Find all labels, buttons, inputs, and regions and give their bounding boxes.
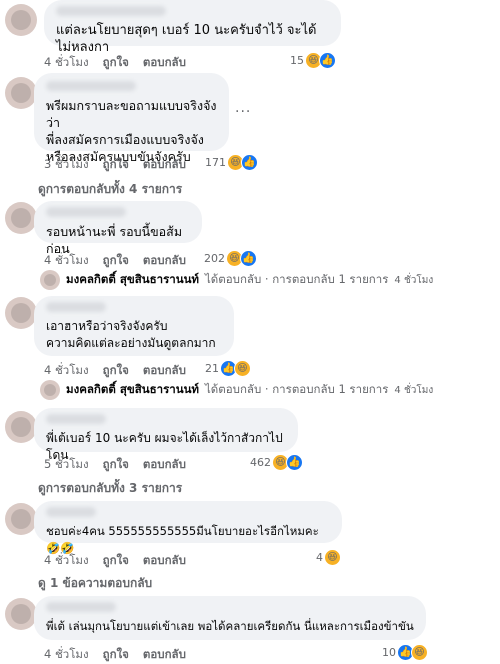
comment-time[interactable]: 5 ชั่วโมง bbox=[44, 456, 89, 474]
like-button[interactable]: ถูกใจ bbox=[103, 362, 129, 380]
reply-button[interactable]: ตอบกลับ bbox=[143, 156, 186, 174]
reaction-summary[interactable]: 4 😆 bbox=[316, 550, 340, 565]
comment-actions: 4 ชั่วโมง ถูกใจ ตอบกลับ bbox=[44, 362, 186, 380]
reaction-summary[interactable]: 202 😆 👍 bbox=[204, 250, 257, 267]
like-button[interactable]: ถูกใจ bbox=[103, 54, 129, 72]
comment-actions: 4 ชั่วโมง ถูกใจ ตอบกลับ bbox=[44, 252, 186, 270]
commenter-name[interactable] bbox=[56, 6, 166, 16]
reply-button[interactable]: ตอบกลับ bbox=[143, 362, 186, 380]
comment-actions: 4 ชั่วโมง ถูกใจ ตอบกลับ bbox=[44, 54, 186, 72]
reaction-summary[interactable]: 462 😆 👍 bbox=[250, 454, 303, 471]
comment-actions: 4 ชั่วโมง ถูกใจ ตอบกลับ bbox=[44, 552, 186, 570]
reaction-summary[interactable]: 15 😆 👍 bbox=[290, 52, 336, 69]
commenter-name[interactable] bbox=[46, 302, 106, 312]
reaction-summary[interactable]: 171 😆 👍 bbox=[205, 154, 258, 171]
reply-button[interactable]: ตอบกลับ bbox=[143, 252, 186, 270]
like-reaction-icon: 👍 bbox=[319, 52, 336, 69]
replier-avatar[interactable] bbox=[40, 270, 60, 290]
reaction-summary[interactable]: 21 👍 😆 bbox=[205, 360, 251, 377]
comment-time[interactable]: 4 ชั่วโมง bbox=[44, 362, 89, 380]
reply-button[interactable]: ตอบกลับ bbox=[143, 552, 186, 570]
comment-text: เอาฮาหรือว่าจริงจังครับ ความคิดแต่ละอย่า… bbox=[46, 319, 216, 350]
reply-notice-time: 4 ชั่วโมง bbox=[394, 274, 434, 286]
commenter-avatar[interactable] bbox=[5, 411, 37, 443]
commenter-name[interactable] bbox=[46, 602, 116, 612]
haha-reaction-icon: 😆 bbox=[234, 360, 251, 377]
replier-avatar[interactable] bbox=[40, 380, 60, 400]
comment-bubble: แต่ละนโยบายสุดๆ เบอร์ 10 นะครับจำไว้ จะไ… bbox=[44, 0, 341, 55]
more-horizontal-icon[interactable]: ··· bbox=[235, 104, 251, 120]
commenter-name[interactable] bbox=[46, 414, 106, 424]
comment-time[interactable]: 3 ชั่วโมง bbox=[44, 156, 89, 174]
like-button[interactable]: ถูกใจ bbox=[103, 646, 129, 664]
reply-button[interactable]: ตอบกลับ bbox=[143, 456, 186, 474]
commenter-name[interactable] bbox=[46, 81, 136, 91]
comment-time[interactable]: 4 ชั่วโมง bbox=[44, 252, 89, 270]
commenter-avatar[interactable] bbox=[5, 77, 37, 109]
view-replies-link[interactable]: ดู 1 ข้อความตอบกลับ bbox=[38, 574, 152, 593]
like-button[interactable]: ถูกใจ bbox=[103, 456, 129, 474]
commenter-name[interactable] bbox=[46, 207, 126, 217]
comment-actions: 3 ชั่วโมง ถูกใจ ตอบกลับ bbox=[44, 156, 186, 174]
replier-name[interactable]: มงคลกิตติ์ สุขสินธารานนท์ bbox=[66, 381, 199, 399]
reaction-count: 4 bbox=[316, 551, 323, 564]
commenter-avatar[interactable] bbox=[5, 503, 37, 535]
reply-button[interactable]: ตอบกลับ bbox=[143, 646, 186, 664]
comment-time[interactable]: 4 ชั่วโมง bbox=[44, 552, 89, 570]
reaction-count: 462 bbox=[250, 456, 271, 469]
comment-bubble: ชอบค่ะ4คน 555555555555มีนโยบายอะไรอีกไหม… bbox=[34, 501, 342, 555]
reply-notice-text: ได้ตอบกลับ · การตอบกลับ 1 รายการ bbox=[205, 382, 389, 396]
comment-text: พรีผมกราบละขอถามแบบจริงจังว่า พี่ลงสมัคร… bbox=[46, 98, 217, 164]
comment-text: แต่ละนโยบายสุดๆ เบอร์ 10 นะครับจำไว้ จะไ… bbox=[56, 23, 317, 55]
haha-reaction-icon: 😆 bbox=[411, 644, 428, 661]
comment-actions: 4 ชั่วโมง ถูกใจ ตอบกลับ bbox=[44, 646, 186, 664]
commenter-avatar[interactable] bbox=[5, 4, 37, 36]
reaction-count: 171 bbox=[205, 156, 226, 169]
like-reaction-icon: 👍 bbox=[240, 250, 257, 267]
like-button[interactable]: ถูกใจ bbox=[103, 156, 129, 174]
view-replies-link[interactable]: ดูการตอบกลับทั้ง 3 รายการ bbox=[38, 479, 182, 498]
reply-notice[interactable]: มงคลกิตติ์ สุขสินธารานนท์ ได้ตอบกลับ · ก… bbox=[40, 380, 433, 400]
reply-notice-time: 4 ชั่วโมง bbox=[394, 384, 434, 396]
like-button[interactable]: ถูกใจ bbox=[103, 252, 129, 270]
reaction-summary[interactable]: 10 👍 😆 bbox=[382, 644, 428, 661]
commenter-name[interactable] bbox=[46, 507, 96, 517]
replier-name[interactable]: มงคลกิตติ์ สุขสินธารานนท์ bbox=[66, 271, 199, 289]
commenter-avatar[interactable] bbox=[5, 202, 37, 234]
reaction-count: 202 bbox=[204, 252, 225, 265]
comment-bubble: พรีผมกราบละขอถามแบบจริงจังว่า พี่ลงสมัคร… bbox=[34, 73, 229, 164]
reaction-count: 15 bbox=[290, 54, 304, 67]
like-reaction-icon: 👍 bbox=[241, 154, 258, 171]
commenter-avatar[interactable] bbox=[5, 598, 37, 630]
commenter-avatar[interactable] bbox=[5, 297, 37, 329]
reaction-count: 10 bbox=[382, 646, 396, 659]
comment-bubble: พี่เต้ เล่นมุกนโยบายแต่เข้าเลย พอได้คลาย… bbox=[34, 596, 426, 640]
comment-time[interactable]: 4 ชั่วโมง bbox=[44, 54, 89, 72]
view-replies-link[interactable]: ดูการตอบกลับทั้ง 4 รายการ bbox=[38, 180, 182, 199]
comment-bubble: พี่เต้เบอร์ 10 นะครับ ผมจะได้เล็งไว้กาสั… bbox=[34, 408, 298, 462]
comment-bubble: เอาฮาหรือว่าจริงจังครับ ความคิดแต่ละอย่า… bbox=[34, 296, 234, 356]
comment-text: พี่เต้ เล่นมุกนโยบายแต่เข้าเลย พอได้คลาย… bbox=[46, 619, 414, 633]
comment-time[interactable]: 4 ชั่วโมง bbox=[44, 646, 89, 664]
comment-actions: 5 ชั่วโมง ถูกใจ ตอบกลับ bbox=[44, 456, 186, 474]
comment-bubble: รอบหน้านะพี่ รอบนี้ขอส้มก่อน bbox=[34, 201, 202, 256]
reply-button[interactable]: ตอบกลับ bbox=[143, 54, 186, 72]
reply-notice-text: ได้ตอบกลับ · การตอบกลับ 1 รายการ bbox=[205, 272, 389, 286]
reaction-count: 21 bbox=[205, 362, 219, 375]
like-reaction-icon: 👍 bbox=[286, 454, 303, 471]
reply-notice[interactable]: มงคลกิตติ์ สุขสินธารานนท์ ได้ตอบกลับ · ก… bbox=[40, 270, 433, 290]
haha-reaction-icon: 😆 bbox=[325, 550, 340, 565]
like-button[interactable]: ถูกใจ bbox=[103, 552, 129, 570]
